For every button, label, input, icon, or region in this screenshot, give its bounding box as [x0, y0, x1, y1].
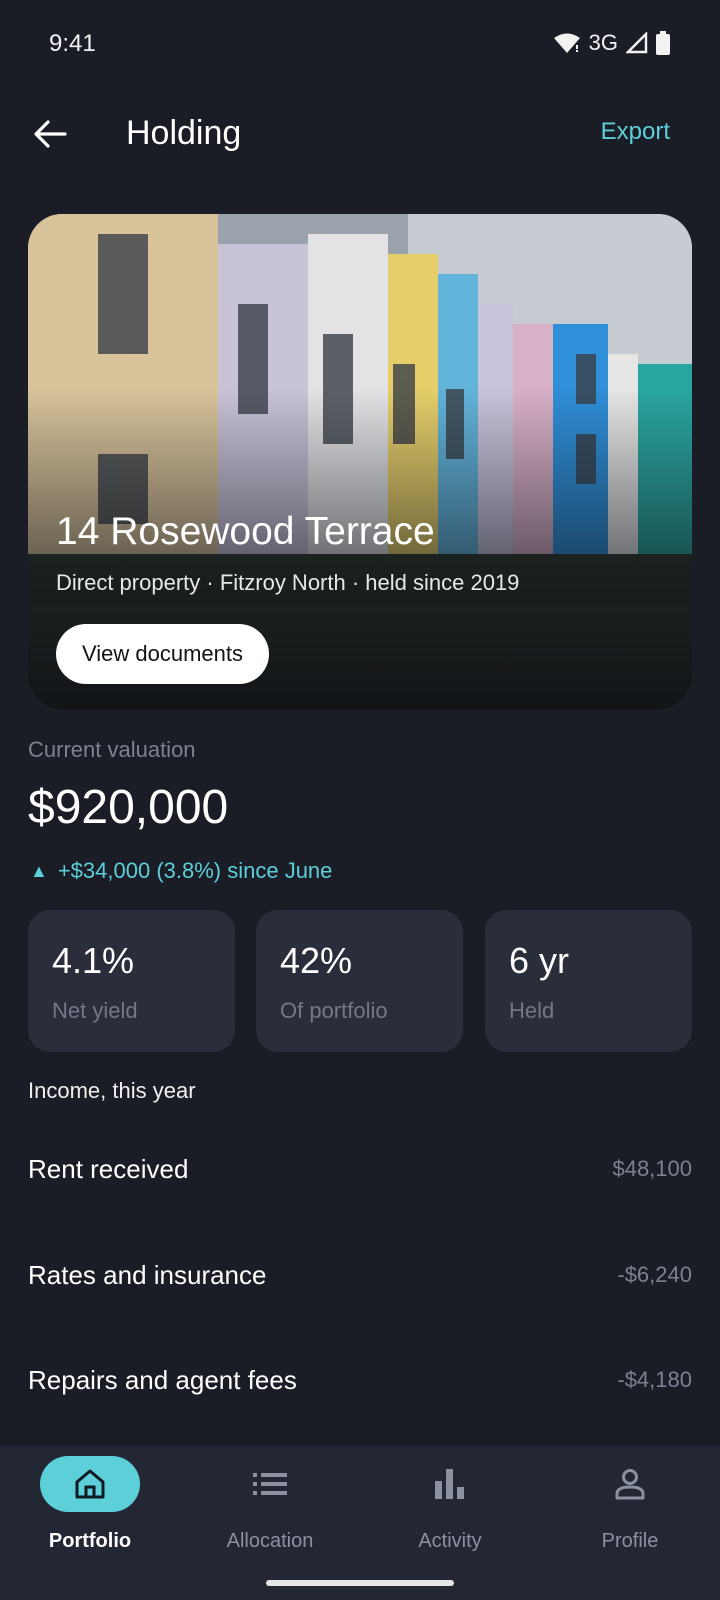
nav-item-allocation[interactable]: Allocation — [180, 1446, 360, 1566]
nav-label: Allocation — [226, 1530, 314, 1552]
view-documents-button[interactable]: View documents — [56, 624, 270, 684]
property-title: 14 Rosewood Terrace — [56, 510, 435, 553]
home-icon — [75, 1469, 105, 1499]
stat-card-net-yield: 4.1% Net yield — [28, 910, 235, 1052]
stat-label: Held — [509, 998, 555, 1023]
income-heading: Income, this year — [28, 1078, 196, 1103]
person-icon — [615, 1469, 645, 1500]
arrow-left-icon — [34, 120, 67, 148]
stat-value: 6 yr — [509, 940, 570, 981]
stat-card-portfolio-share: 42% Of portfolio — [256, 910, 463, 1052]
valuation-change: ▲ +$34,000 (3.8%) since June — [30, 858, 332, 884]
status-time: 9:41 — [49, 30, 96, 57]
income-amount: -$6,240 — [617, 1262, 692, 1287]
nav-icon-pill — [220, 1456, 320, 1512]
network-type: 3G — [588, 30, 618, 55]
up-arrow-icon: ▲ — [30, 860, 48, 881]
valuation-change-text: +$34,000 (3.8%) since June — [57, 858, 333, 883]
nav-icon-pill — [580, 1456, 680, 1512]
property-subtitle: Direct property · Fitzroy North · held s… — [56, 570, 520, 595]
signal-icon — [626, 32, 648, 54]
income-row-rent[interactable]: Rent received $48,100 — [28, 1140, 692, 1200]
income-label: Rates and insurance — [28, 1260, 267, 1290]
income-label: Rent received — [28, 1154, 189, 1184]
income-amount: $48,100 — [612, 1156, 692, 1181]
status-icons: 3G — [553, 30, 670, 56]
bar-chart-icon — [435, 1469, 464, 1499]
valuation-amount: $920,000 — [28, 781, 229, 834]
nav-label: Portfolio — [48, 1530, 132, 1552]
nav-item-profile[interactable]: Profile — [540, 1446, 720, 1566]
app-bar: Holding Export — [0, 96, 720, 180]
export-button[interactable]: Export — [601, 118, 670, 146]
nav-label: Activity — [418, 1530, 482, 1552]
bottom-nav: Portfolio Allocation Activity Profile — [0, 1446, 720, 1600]
stat-value: 4.1% — [52, 940, 135, 981]
page-title: Holding — [126, 114, 242, 152]
property-hero-card: 14 Rosewood Terrace Direct property · Fi… — [28, 214, 692, 710]
nav-icon-pill — [400, 1456, 500, 1512]
nav-icon-pill — [40, 1456, 140, 1512]
battery-icon — [656, 31, 670, 55]
wifi-icon — [553, 33, 580, 53]
stat-label: Of portfolio — [280, 998, 388, 1023]
home-indicator[interactable] — [266, 1580, 454, 1586]
income-row-rates[interactable]: Rates and insurance -$6,240 — [28, 1246, 692, 1306]
income-row-repairs[interactable]: Repairs and agent fees -$4,180 — [28, 1351, 692, 1411]
back-button[interactable] — [26, 110, 74, 158]
status-bar: 9:41 3G — [0, 0, 720, 88]
stat-value: 42% — [280, 940, 353, 981]
nav-item-portfolio[interactable]: Portfolio — [0, 1446, 180, 1566]
stat-card-held: 6 yr Held — [485, 910, 692, 1052]
stat-label: Net yield — [52, 998, 138, 1023]
income-label: Repairs and agent fees — [28, 1365, 297, 1395]
nav-item-activity[interactable]: Activity — [360, 1446, 540, 1566]
valuation-label: Current valuation — [28, 737, 196, 762]
income-amount: -$4,180 — [617, 1367, 692, 1392]
nav-label: Profile — [601, 1530, 659, 1552]
stats-row: 4.1% Net yield 42% Of portfolio 6 yr Hel… — [28, 910, 692, 1052]
list-icon — [253, 1473, 287, 1495]
